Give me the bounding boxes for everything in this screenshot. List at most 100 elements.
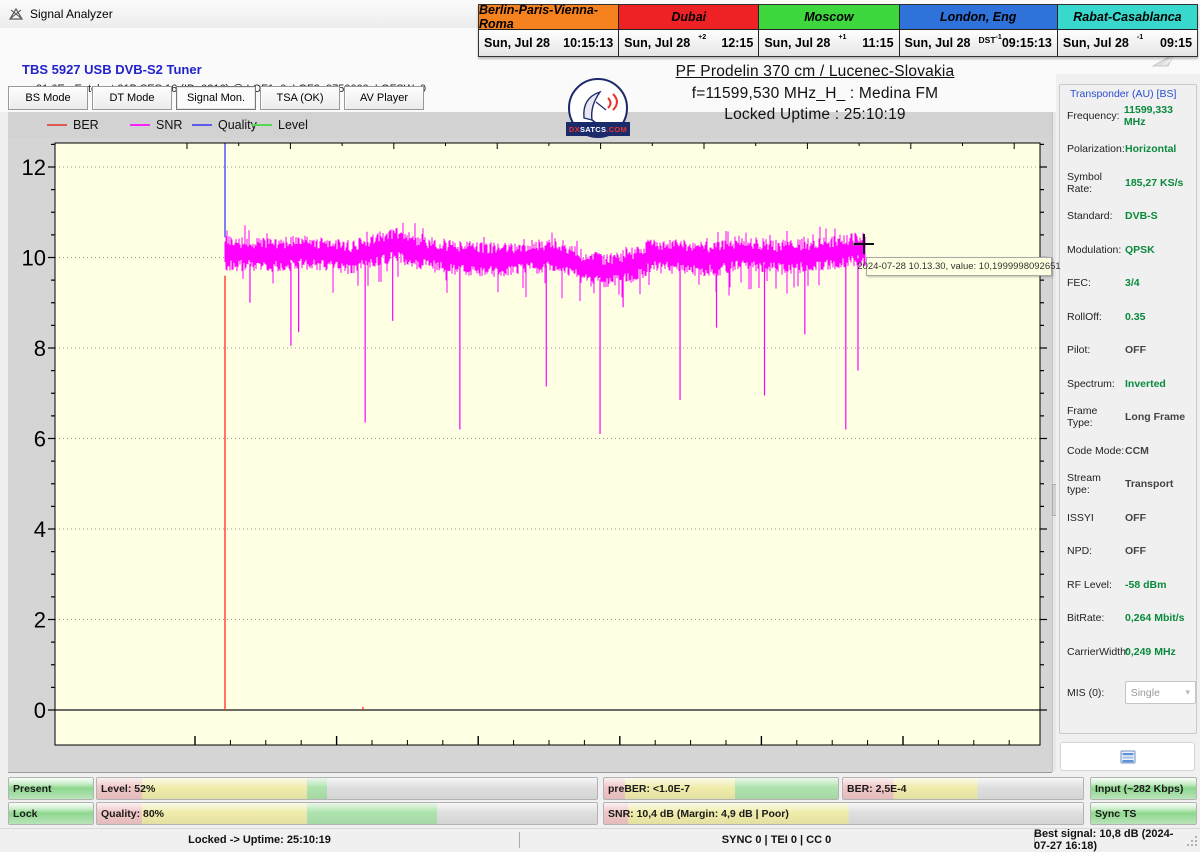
- transponder-field-row: Code Mode: CCM: [1060, 434, 1196, 468]
- field-value: CCM: [1125, 444, 1149, 457]
- chart-plot-area[interactable]: 0 2 4 6 8 10 12: [8, 112, 1052, 772]
- meter-label-input: Input (~282 Kbps): [1095, 782, 1184, 795]
- meter-level: Level: 52%: [96, 777, 598, 800]
- world-clock: Dubai Sun, Jul 28 +2 12:15: [619, 5, 760, 56]
- transponder-field-row: Standard: DVB-S: [1060, 200, 1196, 234]
- dxsatcs-logo-text: DX SATCS .COM: [566, 122, 630, 136]
- field-label: Frame Type:: [1067, 405, 1098, 430]
- svg-text:10: 10: [22, 246, 46, 271]
- meter-preber: preBER: <1.0E-7: [603, 777, 839, 800]
- field-value: 0,249 MHz: [1125, 645, 1176, 658]
- frequency-channel-label: f=11599,530 MHz_H_ : Medina FM: [691, 85, 939, 102]
- app-icon: [8, 6, 24, 22]
- field-label: ISSYI: [1067, 511, 1094, 524]
- meter-syncts: Sync TS: [1090, 802, 1197, 825]
- meter-label-level: Level: 52%: [101, 782, 156, 795]
- clock-time: 09:15:13: [1001, 36, 1052, 50]
- clock-utc-offset: +1: [838, 33, 847, 42]
- transponder-field-row: Modulation: QPSK: [1060, 233, 1196, 267]
- status-bar: Locked -> Uptime: 25:10:19 SYNC 0 | TEI …: [0, 828, 1200, 852]
- field-value: Inverted: [1125, 377, 1166, 390]
- field-label: RollOff:: [1067, 310, 1102, 323]
- meter-label-syncts: Sync TS: [1095, 807, 1137, 820]
- world-clock: Berlin-Paris-Vienna-Roma Sun, Jul 28 10:…: [479, 3, 620, 56]
- field-label: Stream type:: [1067, 472, 1101, 497]
- transponder-field-row: RF Level: -58 dBm: [1060, 568, 1196, 602]
- transponder-field-row: Frame Type: Long Frame: [1060, 401, 1196, 435]
- field-label: RF Level:: [1067, 578, 1112, 591]
- mis-select[interactable]: Single ▾: [1124, 681, 1196, 704]
- field-value: 185,27 KS/s: [1125, 176, 1184, 189]
- signal-trend-chart[interactable]: BER SNR Quality Level 0 2 4 6 8 10 12 2024-07-28 …: [8, 112, 1061, 773]
- stream-list-button[interactable]: [1060, 742, 1195, 771]
- tab-av-player[interactable]: AV Player: [344, 86, 424, 110]
- list-icon: [1120, 750, 1135, 763]
- transponder-field-row: Frequency: 11599,333 MHz: [1060, 99, 1196, 133]
- clock-utc-offset: -1: [1136, 33, 1144, 42]
- world-clock: Moscow Sun, Jul 28 +1 11:15: [759, 5, 900, 56]
- tab-dt-mode[interactable]: DT Mode: [92, 86, 172, 110]
- field-value: 11599,333 MHz: [1123, 103, 1173, 128]
- meter-snr: SNR: 10,4 dB (Margin: 4,9 dB | Poor): [603, 802, 1084, 825]
- mode-tabs: BS Mode DT Mode Signal Mon. TSA (OK) AV Play…: [8, 86, 424, 110]
- tab-bs-mode[interactable]: BS Mode: [8, 86, 88, 110]
- field-value: Long Frame: [1125, 411, 1186, 424]
- meter-label-preber: preBER: <1.0E-7: [608, 782, 690, 795]
- svg-text:6: 6: [34, 427, 46, 452]
- svg-text:8: 8: [34, 336, 46, 361]
- world-clock: Rabat-Casablanca Sun, Jul 28 -1 09:15: [1057, 5, 1198, 56]
- meter-lock: Lock: [8, 802, 94, 825]
- tuner-title: TBS 5927 USB DVB-S2 Tuner: [22, 62, 202, 77]
- world-clock: London, Eng Sun, Jul 28 DST-1 09:15:13: [899, 5, 1058, 56]
- clock-city-label: Rabat-Casablanca: [1057, 5, 1198, 30]
- field-value: 0,264 Mbit/s: [1125, 612, 1185, 625]
- clock-date: Sun, Jul 28: [484, 36, 550, 50]
- clock-date: Sun, Jul 28: [764, 36, 831, 50]
- transponder-field-row: Spectrum: Inverted: [1060, 367, 1196, 401]
- transponder-field-row: CarrierWidth: 0,249 MHz: [1060, 635, 1196, 669]
- field-value: QPSK: [1125, 243, 1155, 256]
- transponder-panel: Transponder (AU) [BS] Frequency: 11599,3…: [1056, 74, 1200, 774]
- clock-city-label: Moscow: [759, 5, 899, 30]
- field-value: 0.35: [1125, 310, 1146, 323]
- field-label: Frequency:: [1067, 109, 1120, 122]
- field-label: CarrierWidth:: [1067, 645, 1129, 658]
- clock-date: Sun, Jul 28: [904, 36, 971, 50]
- field-value: OFF: [1125, 545, 1146, 558]
- window-title: Signal Analyzer: [30, 7, 113, 21]
- chart-tooltip: 2024-07-28 10.13.30, value: 10,199999809…: [857, 257, 1061, 276]
- dxsatcs-logo: DX SATCS .COM: [566, 78, 630, 140]
- clock-date: Sun, Jul 28: [1062, 36, 1129, 50]
- field-value: Transport: [1125, 478, 1174, 491]
- meter-label-snr: SNR: 10,4 dB (Margin: 4,9 dB | Poor): [608, 807, 789, 820]
- meter-ber: BER: 2,5E-4: [842, 777, 1084, 800]
- monitor-header: PF Prodelin 370 cm / Lucenec-Slovakia f=…: [615, 63, 1015, 124]
- svg-text:12: 12: [22, 155, 46, 180]
- transponder-field-row: Pilot: OFF: [1060, 334, 1196, 368]
- tab-tsa-ok-[interactable]: TSA (OK): [260, 86, 340, 110]
- clock-utc-offset: DST-1: [978, 33, 1002, 45]
- field-value: Horizontal: [1125, 143, 1177, 156]
- mis-row: MIS (0): Single ▾: [1060, 673, 1196, 713]
- transponder-field-row: Symbol Rate: 185,27 KS/s: [1060, 166, 1196, 200]
- transponder-field-row: Stream type: Transport: [1060, 468, 1196, 502]
- field-value: DVB-S: [1125, 210, 1158, 223]
- mis-selected-value: Single: [1130, 686, 1160, 699]
- svg-text:0: 0: [34, 698, 46, 723]
- tab-signal-mon-[interactable]: Signal Mon.: [176, 86, 256, 110]
- clock-time: 11:15: [862, 36, 894, 50]
- transponder-field-row: ISSYI OFF: [1060, 501, 1196, 535]
- clock-date: Sun, Jul 28: [624, 36, 691, 50]
- status-uptime: Locked -> Uptime: 25:10:19: [188, 834, 331, 846]
- field-label: NPD:: [1067, 545, 1093, 558]
- meter-quality: Quality: 80%: [96, 802, 598, 825]
- meter-label-present: Present: [13, 782, 52, 795]
- meter-label-quality: Quality: 80%: [101, 807, 165, 820]
- resize-grip[interactable]: [1186, 835, 1198, 847]
- field-value: 3/4: [1125, 277, 1140, 290]
- chevron-down-icon: ▾: [1185, 687, 1190, 697]
- clock-time: 12:15: [721, 36, 754, 50]
- status-best-signal: Best signal: 10,8 dB (2024-07-27 16:18): [1034, 828, 1174, 852]
- mis-label: MIS (0):: [1067, 686, 1105, 699]
- field-label: Polarization:: [1067, 143, 1125, 156]
